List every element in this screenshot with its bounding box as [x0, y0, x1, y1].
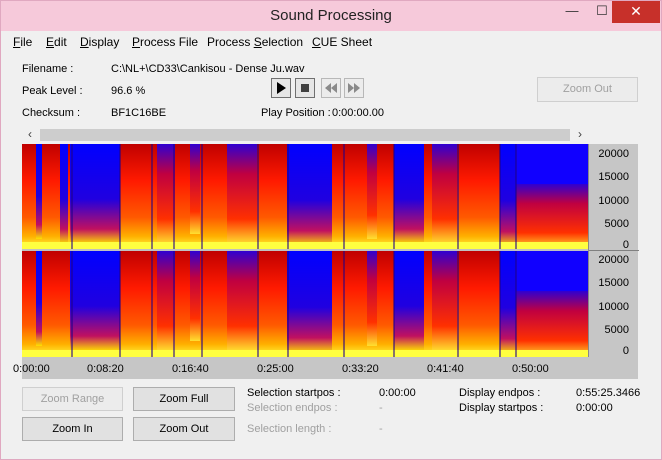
freq-label: 5000 [604, 218, 629, 230]
rewind-icon [325, 83, 337, 93]
app-window: Sound Processing — ☐ ✕ File Edit Display… [0, 0, 662, 460]
menu-process-file[interactable]: Process File [132, 35, 198, 49]
zoom-in-button[interactable]: Zoom In [22, 417, 123, 441]
title-bar[interactable]: Sound Processing — ☐ ✕ [1, 1, 661, 31]
fast-forward-icon [348, 83, 360, 93]
display-endpos-label: Display endpos : [459, 387, 541, 399]
selection-length-label: Selection length : [247, 423, 332, 435]
freq-label: 10000 [598, 301, 629, 313]
freq-label: 20000 [598, 254, 629, 266]
time-label: 0:41:40 [427, 363, 464, 375]
stop-button[interactable] [295, 78, 315, 98]
display-startpos-value: 0:00:00 [576, 402, 613, 414]
play-position-value: 0:00:00.00 [332, 107, 384, 119]
time-label: 0:16:40 [172, 363, 209, 375]
selection-length-value: - [379, 423, 383, 435]
filename-value: C:\NL+\CD33\Cankisou - Dense Ju.wav [111, 63, 305, 75]
zoom-full-button[interactable]: Zoom Full [133, 387, 235, 411]
stop-icon [301, 84, 309, 92]
menu-file[interactable]: File [13, 35, 32, 49]
time-label: 0:50:00 [512, 363, 549, 375]
selection-startpos-label: Selection startpos : [247, 387, 341, 399]
play-button[interactable] [271, 78, 291, 98]
menu-display[interactable]: Display [80, 35, 119, 49]
menu-bar: File Edit Display Process File Process S… [1, 31, 661, 53]
menu-edit[interactable]: Edit [46, 35, 67, 49]
filename-label: Filename : [22, 63, 74, 75]
spectrogram-graphic [22, 144, 588, 357]
channel-divider [589, 250, 639, 251]
play-position-label: Play Position : [261, 107, 331, 119]
menu-cue-sheet[interactable]: CUE Sheet [312, 35, 372, 49]
display-endpos-value: 0:55:25.3466 [576, 387, 641, 399]
channel-left [22, 144, 588, 249]
scroll-thumb[interactable] [40, 129, 570, 141]
display-startpos-label: Display startpos : [459, 402, 544, 414]
freq-label: 15000 [598, 171, 629, 183]
freq-label: 10000 [598, 195, 629, 207]
zoom-out-top-button[interactable]: Zoom Out [537, 77, 638, 102]
freq-label: 0 [622, 345, 629, 357]
time-axis: 0:00:00 0:08:20 0:16:40 0:25:00 0:33:20 … [13, 357, 638, 379]
freq-label: 20000 [598, 148, 629, 160]
close-button[interactable]: ✕ [612, 1, 660, 23]
zoom-out-button[interactable]: Zoom Out [133, 417, 235, 441]
time-label: 0:08:20 [87, 363, 124, 375]
play-icon [277, 82, 286, 94]
freq-label: 5000 [604, 324, 629, 336]
minimize-button[interactable]: — [557, 1, 587, 23]
selection-endpos-label: Selection endpos : [247, 402, 338, 414]
frequency-axis: 20000 15000 10000 5000 0 20000 15000 100… [588, 144, 639, 357]
time-label: 0:00:00 [13, 363, 50, 375]
fast-forward-button[interactable] [344, 78, 364, 98]
zoom-range-button[interactable]: Zoom Range [22, 387, 123, 411]
menu-process-selection[interactable]: Process Selection [207, 35, 303, 49]
checksum-label: Checksum : [22, 107, 81, 119]
scroll-right-icon[interactable]: › [572, 127, 588, 143]
rewind-button[interactable] [321, 78, 341, 98]
peak-level-value: 96.6 % [111, 85, 146, 97]
selection-startpos-value: 0:00:00 [379, 387, 416, 399]
peak-level-label: Peak Level : [22, 85, 83, 97]
freq-label: 15000 [598, 277, 629, 289]
time-label: 0:25:00 [257, 363, 294, 375]
channel-right [22, 251, 588, 357]
time-label: 0:33:20 [342, 363, 379, 375]
checksum-value: BF1C16BE [111, 107, 167, 119]
horizontal-scrollbar[interactable]: ‹ › [22, 127, 588, 143]
selection-endpos-value: - [379, 402, 383, 414]
scroll-left-icon[interactable]: ‹ [22, 127, 38, 143]
spectrogram[interactable] [22, 144, 588, 357]
